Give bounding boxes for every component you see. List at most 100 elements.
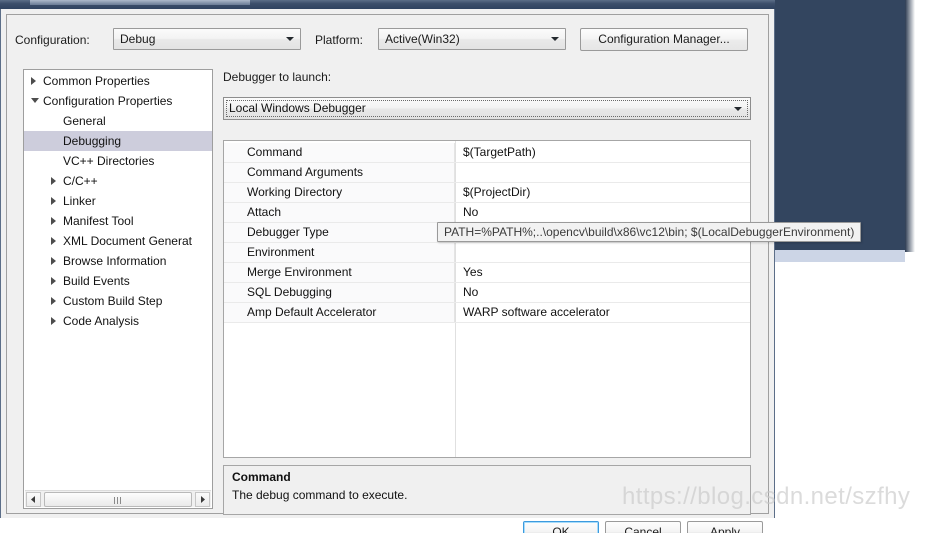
tree-item-general[interactable]: General	[24, 111, 212, 131]
property-row[interactable]: Command $(TargetPath)	[224, 143, 750, 163]
chevron-down-icon[interactable]	[31, 98, 39, 103]
tree-item-label: XML Document Generat	[63, 234, 192, 248]
tree-item-manifest-tool[interactable]: Manifest Tool	[24, 211, 212, 231]
tree-item-label: Manifest Tool	[63, 214, 134, 228]
property-description-text: The debug command to execute.	[232, 488, 408, 502]
configuration-manager-button[interactable]: Configuration Manager...	[580, 28, 748, 51]
property-value[interactable]: No	[456, 203, 750, 222]
property-name: Working Directory	[224, 183, 455, 202]
property-value[interactable]: $(TargetPath)	[456, 143, 750, 162]
dialog-title-bar[interactable]	[0, 0, 775, 9]
configuration-dropdown[interactable]: Debug	[113, 28, 301, 50]
property-name: SQL Debugging	[224, 283, 455, 302]
tree-item-label: Debugging	[63, 134, 122, 148]
scrollbar-thumb[interactable]	[44, 492, 192, 507]
tree-item-label: Configuration Properties	[43, 94, 173, 108]
scrollbar-grip-icon	[114, 497, 122, 504]
property-row[interactable]: Command Arguments	[224, 163, 750, 183]
ok-button[interactable]: OK	[523, 521, 599, 533]
dialog-footer: OK Cancel Apply	[7, 518, 770, 533]
tree-item-vc-directories[interactable]: VC++ Directories	[24, 151, 212, 171]
property-name: Command Arguments	[224, 163, 455, 182]
tree-item-build-events[interactable]: Build Events	[24, 271, 212, 291]
property-grid[interactable]: Command $(TargetPath) Command Arguments Wor…	[223, 140, 751, 458]
property-name: Environment	[224, 243, 455, 262]
chevron-down-icon	[734, 107, 742, 111]
debugger-to-launch-label: Debugger to launch:	[223, 70, 332, 84]
chevron-right-icon[interactable]	[51, 197, 56, 205]
cancel-button[interactable]: Cancel	[605, 521, 681, 533]
tree-item-label: Browse Information	[63, 254, 167, 268]
property-value[interactable]	[456, 163, 750, 182]
ide-dark-panel-shadow	[905, 0, 915, 252]
tree-item-code-analysis[interactable]: Code Analysis	[24, 311, 212, 331]
dialog-title-text	[30, 0, 250, 5]
configuration-label: Configuration:	[15, 33, 90, 47]
environment-value-tooltip: PATH=%PATH%;..\opencv\build\x86\vc12\bin…	[437, 222, 862, 242]
dialog-content-frame: Configuration: Debug Platform: Active(Wi…	[6, 14, 769, 533]
tree-item-configuration-properties[interactable]: Configuration Properties	[24, 91, 212, 111]
tree-item-custom-build-step[interactable]: Custom Build Step	[24, 291, 212, 311]
property-value[interactable]	[456, 243, 750, 262]
chevron-right-icon[interactable]	[51, 257, 56, 265]
property-value[interactable]: $(ProjectDir)	[456, 183, 750, 202]
chevron-right-icon[interactable]	[31, 77, 36, 85]
property-row[interactable]: Environment	[224, 243, 750, 263]
chevron-right-icon[interactable]	[51, 317, 56, 325]
tree-item-label: Build Events	[63, 274, 130, 288]
chevron-right-icon[interactable]	[51, 237, 56, 245]
tree-item-browse-information[interactable]: Browse Information	[24, 251, 212, 271]
property-description-panel: Command The debug command to execute.	[223, 465, 751, 515]
triangle-left-icon	[31, 496, 35, 503]
property-row[interactable]: Attach No	[224, 203, 750, 223]
property-row[interactable]: Amp Default Accelerator WARP software acc…	[224, 303, 750, 323]
property-value[interactable]: WARP software accelerator	[456, 303, 750, 322]
tree-item-debugging[interactable]: Debugging	[24, 131, 212, 151]
debugger-to-launch-dropdown[interactable]: Local Windows Debugger	[223, 97, 751, 120]
tree-item-label: VC++ Directories	[63, 154, 155, 168]
property-value[interactable]: Yes	[456, 263, 750, 282]
tree-horizontal-scrollbar[interactable]	[25, 490, 211, 507]
property-value[interactable]: No	[456, 283, 750, 302]
property-name: Command	[224, 143, 455, 162]
platform-label: Platform:	[315, 33, 364, 47]
properties-tree-panel: Common Properties Configuration Propertie…	[23, 69, 213, 509]
chevron-down-icon	[551, 37, 559, 41]
debugger-to-launch-value: Local Windows Debugger	[229, 101, 366, 115]
tree-item-label: C/C++	[63, 174, 98, 188]
property-pages-dialog: Configuration: Debug Platform: Active(Wi…	[0, 0, 775, 533]
property-row[interactable]: Working Directory $(ProjectDir)	[224, 183, 750, 203]
platform-dropdown-value: Active(Win32)	[385, 32, 460, 46]
tree-item-xml-document-generat[interactable]: XML Document Generat	[24, 231, 212, 251]
apply-button[interactable]: Apply	[687, 521, 763, 533]
ide-dark-panel	[765, 0, 905, 250]
ide-light-strip	[768, 250, 905, 262]
scroll-right-button[interactable]	[195, 492, 210, 507]
property-name: Attach	[224, 203, 455, 222]
properties-tree[interactable]: Common Properties Configuration Propertie…	[24, 71, 212, 331]
chevron-right-icon[interactable]	[51, 297, 56, 305]
chevron-right-icon[interactable]	[51, 277, 56, 285]
property-name: Amp Default Accelerator	[224, 303, 455, 322]
tree-item-linker[interactable]: Linker	[24, 191, 212, 211]
dialog-body: Configuration: Debug Platform: Active(Wi…	[0, 9, 775, 533]
tree-item-label: General	[63, 114, 106, 128]
tree-item-label: Custom Build Step	[63, 294, 163, 308]
property-name: Debugger Type	[224, 223, 455, 242]
platform-dropdown[interactable]: Active(Win32)	[378, 28, 566, 50]
property-description-title: Command	[232, 470, 291, 484]
tree-item-label: Common Properties	[43, 74, 150, 88]
tree-item-label: Linker	[63, 194, 96, 208]
property-row[interactable]: Merge Environment Yes	[224, 263, 750, 283]
property-name: Merge Environment	[224, 263, 455, 282]
tree-item-c-c[interactable]: C/C++	[24, 171, 212, 191]
configuration-dropdown-value: Debug	[120, 32, 156, 46]
tree-item-common-properties[interactable]: Common Properties	[24, 71, 212, 91]
property-row[interactable]: SQL Debugging No	[224, 283, 750, 303]
chevron-right-icon[interactable]	[51, 217, 56, 225]
chevron-right-icon[interactable]	[51, 177, 56, 185]
tree-item-label: Code Analysis	[63, 314, 140, 328]
scroll-left-button[interactable]	[26, 492, 41, 507]
triangle-right-icon	[201, 496, 205, 503]
chevron-down-icon	[286, 37, 294, 41]
